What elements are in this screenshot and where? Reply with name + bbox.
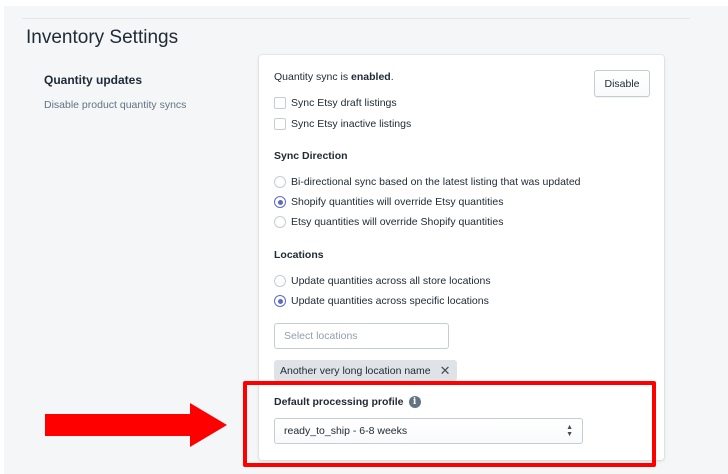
radio[interactable] [274,275,286,287]
close-icon[interactable]: ✕ [440,363,451,379]
checkbox-sync-draft[interactable]: Sync Etsy draft listings [274,97,397,109]
location-tag-label: Another very long location name [280,364,431,377]
radio-etsy-overrides[interactable]: Etsy quantities will override Shopify qu… [274,216,503,228]
section-title: Quantity updates [44,73,143,87]
radio-selected[interactable] [274,295,286,307]
radio-label: Shopify quantities will override Etsy qu… [291,196,504,208]
locations-heading: Locations [274,249,324,261]
section-description: Disable product quantity syncs [44,99,187,111]
checkbox[interactable] [274,118,286,130]
location-tag: Another very long location name ✕ [274,360,457,381]
radio-label: Update quantities across all store locat… [291,275,491,287]
page-title: Inventory Settings [26,27,179,48]
checkbox-label: Sync Etsy draft listings [291,97,397,109]
radio-selected[interactable] [274,196,286,208]
radio-all-locations[interactable]: Update quantities across all store locat… [274,275,491,287]
radio-specific-locations[interactable]: Update quantities across specific locati… [274,295,489,307]
radio[interactable] [274,176,286,188]
sync-status-suffix: . [390,71,394,83]
disable-button[interactable]: Disable [594,70,650,97]
radio-bidirectional[interactable]: Bi-directional sync based on the latest … [274,176,581,188]
sync-status-prefix: Quantity sync is [274,71,352,83]
red-arrow-icon [45,403,227,447]
select-locations-input[interactable]: Select locations [274,323,449,349]
radio-label: Bi-directional sync based on the latest … [291,176,581,188]
radio-label: Update quantities across specific locati… [291,295,489,307]
radio-shopify-overrides[interactable]: Shopify quantities will override Etsy qu… [274,196,503,208]
highlight-box [243,381,656,467]
checkbox[interactable] [274,97,286,109]
divider [22,18,690,19]
checkbox-sync-inactive[interactable]: Sync Etsy inactive listings [274,118,411,130]
checkbox-label: Sync Etsy inactive listings [291,118,412,130]
sync-status: Quantity sync is enabled. [274,71,394,83]
radio[interactable] [274,216,286,228]
sync-status-value: enabled [351,71,391,83]
sync-direction-heading: Sync Direction [274,150,348,162]
radio-label: Etsy quantities will override Shopify qu… [291,216,504,228]
